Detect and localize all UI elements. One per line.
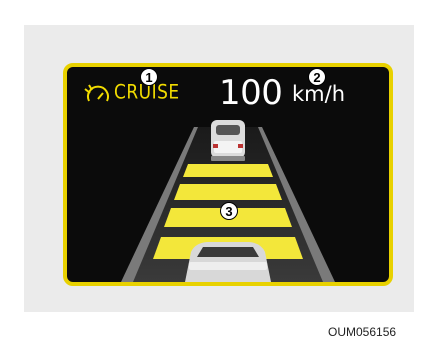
callout-2: 2 bbox=[308, 68, 326, 86]
vehicle-ahead-icon bbox=[211, 120, 245, 161]
own-vehicle-icon bbox=[185, 242, 271, 282]
image-code: OUM056156 bbox=[328, 325, 397, 339]
set-speed-value: 100 bbox=[219, 73, 283, 113]
callout-3: 3 bbox=[220, 202, 238, 220]
callout-1: 1 bbox=[140, 68, 158, 86]
distance-bar bbox=[183, 164, 273, 177]
cluster-display: CRUISE 100 km/h 1 2 3 bbox=[63, 63, 393, 286]
distance-bar bbox=[174, 184, 282, 200]
cruise-gauge-icon bbox=[84, 84, 109, 102]
